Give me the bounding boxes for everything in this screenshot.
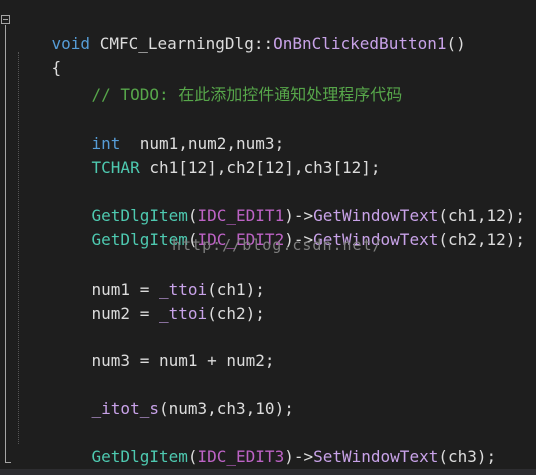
code-line-assign-num2[interactable]: num2 = _ttoi(ch2); [53, 278, 265, 323]
scope-operator: :: [253, 34, 274, 53]
params: () [446, 34, 466, 53]
sum-statement: num3 = num1 + num2; [91, 351, 275, 370]
type-tchar: TCHAR [91, 158, 140, 177]
method-name: OnBnClickedButton1 [273, 34, 447, 53]
tchar-vars: ch1[12],ch2[12],ch3[12]; [139, 158, 381, 177]
fold-guide [5, 25, 6, 463]
collapse-icon[interactable] [1, 15, 10, 24]
code-line-comment[interactable]: // TODO: 在此添加控件通知处理程序代码 [53, 59, 403, 104]
paren: ( [187, 447, 198, 466]
watermark: http://blog.csdn.net/ [172, 236, 383, 254]
code-line-get-edit2[interactable]: GetDlgItem(IDC_EDIT2)->GetWindowText(ch2… [53, 204, 526, 249]
code-line-itot[interactable]: _itot_s(num3,ch3,10); [53, 373, 294, 418]
args: (ch3); [438, 447, 497, 466]
fold-guide-end [5, 462, 11, 463]
fn-setwindowtext: SetWindowText [313, 447, 439, 466]
args: (ch2); [207, 304, 265, 323]
args: (num3,ch3,10); [158, 399, 294, 418]
code-line-open-brace[interactable]: { [13, 32, 62, 77]
code-line-get-edit1[interactable]: GetDlgItem(IDC_EDIT1)->GetWindowText(ch1… [53, 180, 526, 225]
fn-itot-s: _itot_s [91, 399, 159, 418]
class-name: CMFC_LearningDlg [90, 34, 254, 53]
code-line-tchar-decl[interactable]: TCHAR ch1[12],ch2[12],ch3[12]; [53, 132, 381, 177]
code-line-set-edit3[interactable]: GetDlgItem(IDC_EDIT3)->SetWindowText(ch3… [53, 421, 497, 466]
fn-getdlgitem: GetDlgItem [91, 447, 188, 466]
comment: // TODO: 在此添加控件通知处理程序代码 [91, 85, 403, 104]
args: (ch2,12); [438, 230, 526, 249]
macro-idc-edit3: IDC_EDIT3 [197, 447, 285, 466]
code-line-close-brace[interactable]: } [13, 443, 62, 475]
code-line-assign-num1[interactable]: num1 = _ttoi(ch1); [53, 254, 265, 299]
code-line-sum[interactable]: num3 = num1 + num2; [53, 325, 275, 370]
code-editor[interactable]: void CMFC_LearningDlg::OnBnClickedButton… [0, 0, 536, 475]
arrow-op: )-> [284, 447, 314, 466]
code-line-signature[interactable]: void CMFC_LearningDlg::OnBnClickedButton… [13, 8, 466, 53]
horizontal-scrollbar[interactable] [0, 469, 536, 475]
lhs: num2 = [91, 304, 159, 323]
indent-guide [18, 52, 19, 444]
code-line-int-decl[interactable]: int num1,num2,num3; [53, 108, 285, 153]
fn-ttoi: _ttoi [158, 304, 208, 323]
